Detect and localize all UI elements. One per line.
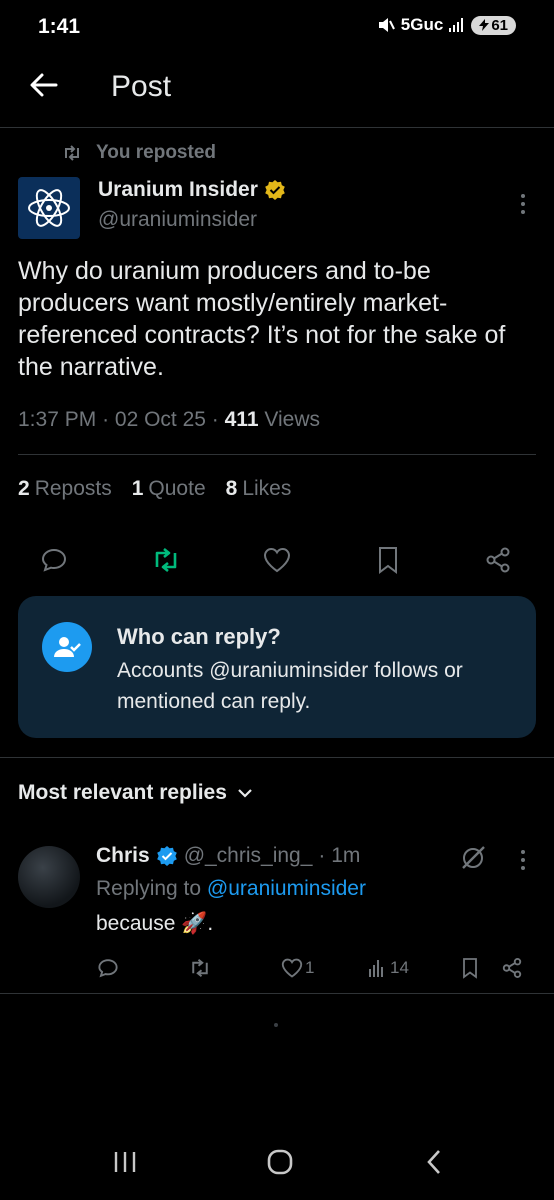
- author-name-row[interactable]: Uranium Insider: [98, 178, 286, 202]
- page-title: Post: [111, 70, 172, 103]
- charging-icon: [479, 19, 490, 31]
- reply-likes-count: 1: [305, 958, 315, 977]
- system-nav-bar: [0, 1130, 554, 1190]
- back-arrow-icon: [30, 73, 58, 97]
- reply-like-button[interactable]: 1: [281, 954, 314, 982]
- reply-author-name[interactable]: Chris: [96, 844, 150, 868]
- like-button[interactable]: [257, 540, 297, 580]
- replying-to-link[interactable]: @uraniuminsider: [207, 877, 366, 900]
- share-button[interactable]: [478, 540, 518, 580]
- reply-author-handle[interactable]: @_chris_ing_: [184, 844, 313, 868]
- grok-icon: [462, 846, 485, 869]
- author-name[interactable]: Uranium Insider: [98, 178, 258, 202]
- post-stats: 2 Reposts 1 Quote 8 Likes: [18, 477, 291, 501]
- reply-button[interactable]: [34, 540, 74, 580]
- reply-repost-button[interactable]: [188, 954, 212, 982]
- reply-action-bar: 1 14: [0, 954, 554, 982]
- section-divider: [0, 757, 554, 758]
- bookmark-icon: [379, 547, 397, 574]
- bookmark-button[interactable]: [368, 540, 408, 580]
- author-avatar[interactable]: [18, 177, 80, 239]
- repost-icon: [192, 958, 208, 978]
- bookmark-icon: [463, 958, 477, 979]
- reply-avatar[interactable]: [18, 846, 80, 908]
- chevron-down-icon: [238, 789, 252, 798]
- post-text: Why do uranium producers and to-be produ…: [18, 257, 506, 381]
- post-action-bar: [0, 540, 554, 580]
- reply-icon: [98, 959, 118, 978]
- reply-reply-button[interactable]: [97, 954, 119, 982]
- reply-time: · 1m: [318, 844, 361, 867]
- who-can-reply-title: Who can reply?: [117, 624, 281, 649]
- verified-icon: [156, 846, 177, 866]
- post-more-button[interactable]: [519, 194, 527, 214]
- repost-icon: [65, 145, 79, 161]
- repost-button[interactable]: [146, 540, 186, 580]
- like-icon: [263, 547, 291, 573]
- status-icons: 5Guc 61: [377, 15, 516, 35]
- post-views-count: 411: [224, 408, 259, 431]
- signal-icon: [449, 18, 464, 32]
- reposts-stat[interactable]: 2 Reposts: [18, 477, 112, 501]
- repost-indicator: You reposted: [62, 142, 216, 164]
- repost-icon: [155, 547, 177, 573]
- system-back-icon[interactable]: [424, 1148, 444, 1176]
- likes-stat[interactable]: 8 Likes: [226, 477, 292, 501]
- reply-text: because 🚀.: [96, 912, 214, 935]
- post-meta: 1:37 PM · 02 Oct 25 · 411 Views: [18, 408, 320, 431]
- reply-divider: [0, 993, 554, 994]
- home-icon[interactable]: [266, 1148, 294, 1176]
- share-icon: [502, 958, 522, 978]
- reply-bookmark-button[interactable]: [461, 954, 479, 982]
- reply-share-button[interactable]: [501, 954, 523, 982]
- back-button[interactable]: [26, 68, 60, 102]
- sort-label: Most relevant replies: [18, 781, 227, 804]
- post-date: 02 Oct 25: [114, 408, 206, 431]
- atom-logo-icon: [28, 189, 70, 227]
- who-can-reply-description: Accounts @uraniuminsider follows or ment…: [117, 659, 463, 713]
- views-icon: [369, 960, 383, 977]
- header-divider: [0, 127, 554, 128]
- battery-indicator: 61: [471, 15, 516, 35]
- like-icon: [281, 958, 303, 978]
- quotes-stat[interactable]: 1 Quote: [132, 477, 206, 501]
- post-views-label: Views: [264, 408, 320, 431]
- status-time: 1:41: [38, 15, 81, 38]
- battery-level: 61: [491, 16, 508, 34]
- user-check-icon: [54, 637, 81, 657]
- post-time: 1:37 PM: [18, 408, 97, 431]
- replying-to: Replying to @uraniuminsider: [96, 877, 366, 900]
- reply-permission-icon: [42, 622, 92, 672]
- reply-header: Chris @_chris_ing_ · 1m: [96, 844, 360, 868]
- reply-icon: [41, 548, 67, 572]
- replies-sort-dropdown[interactable]: Most relevant replies: [18, 781, 253, 805]
- recent-apps-icon[interactable]: [112, 1150, 138, 1174]
- reply-views-button[interactable]: 14: [368, 954, 409, 982]
- loading-dot: [274, 1023, 278, 1027]
- network-label: 5Guc: [400, 15, 444, 34]
- reply-more-button[interactable]: [519, 850, 527, 870]
- meta-divider: [18, 454, 536, 455]
- verified-icon: [265, 180, 285, 200]
- author-handle[interactable]: @uraniuminsider: [98, 208, 257, 232]
- grok-button[interactable]: [458, 843, 488, 873]
- reply-views-count: 14: [390, 958, 409, 977]
- repost-label: You reposted: [96, 142, 216, 163]
- share-icon: [486, 547, 510, 573]
- mute-icon: [378, 18, 395, 32]
